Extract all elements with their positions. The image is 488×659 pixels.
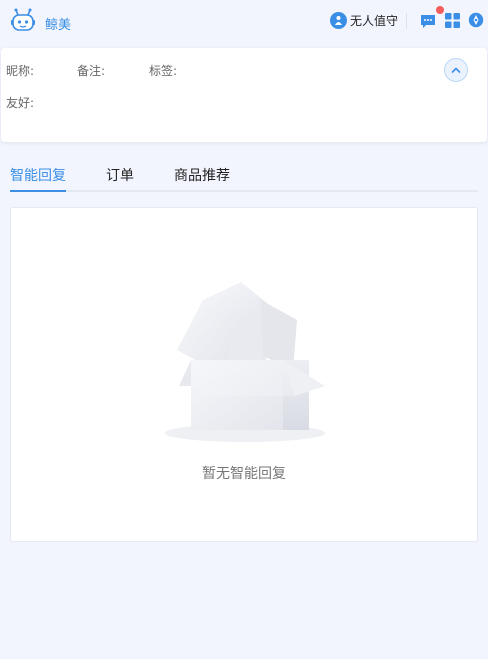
remark-label: 备注: [77, 64, 106, 78]
nickname-label: 昵称: [6, 64, 35, 78]
unattended-status-label: 无人值守 [350, 14, 399, 28]
top-header: 鲸美 无人值守 [0, 0, 488, 44]
empty-box-icon [165, 282, 325, 442]
active-tab-indicator [10, 190, 66, 192]
friend-label: 友好: [6, 96, 35, 110]
tab-product-recommend[interactable]: 商品推荐 [174, 165, 230, 185]
unattended-status[interactable]: 无人值守 [330, 12, 398, 29]
compass-icon[interactable] [468, 12, 484, 28]
notification-dot [436, 6, 444, 14]
empty-state-text: 暂无智能回复 [202, 466, 286, 482]
customer-info-card: 昵称: 备注: 标签: 友好: [1, 48, 487, 142]
tag-label: 标签: [149, 64, 178, 78]
tab-bar: 智能回复 订单 商品推荐 [10, 160, 478, 192]
chat-message-icon[interactable] [420, 13, 436, 29]
chevron-up-icon [451, 67, 461, 73]
smart-reply-panel: 暂无智能回复 [10, 207, 478, 542]
tab-smart-reply[interactable]: 智能回复 [10, 165, 66, 185]
apps-grid-icon[interactable] [445, 13, 460, 28]
robot-logo-icon [11, 8, 35, 31]
unattended-icon [330, 12, 347, 29]
header-divider [406, 13, 407, 29]
tab-orders[interactable]: 订单 [106, 165, 134, 185]
app-name: 鲸美 [45, 18, 72, 33]
collapse-button[interactable] [444, 58, 468, 82]
